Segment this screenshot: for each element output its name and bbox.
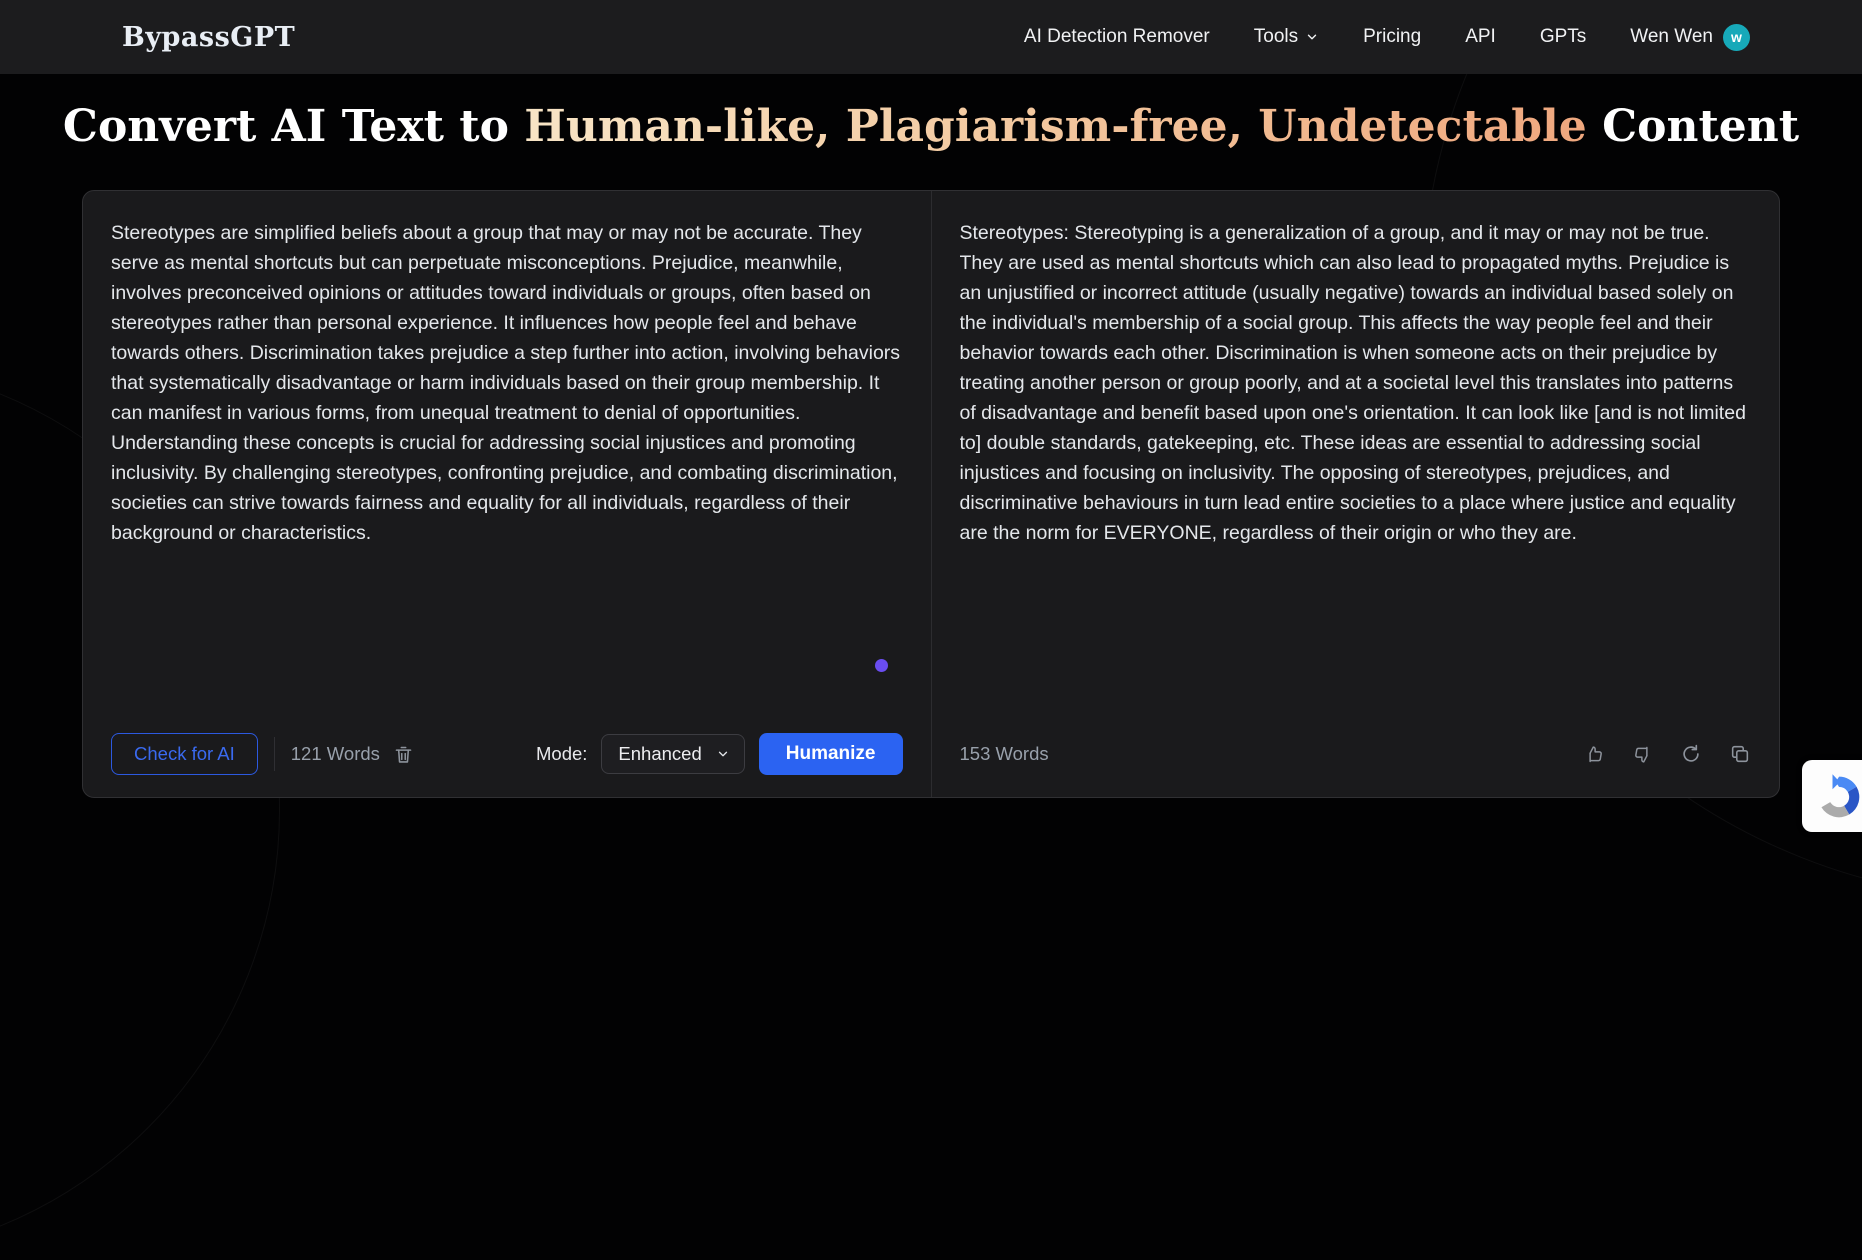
title-suffix: Content <box>1587 101 1799 152</box>
toolbar-divider <box>274 737 275 771</box>
refresh-icon <box>1680 743 1702 765</box>
nav-item-pricing[interactable]: Pricing <box>1363 26 1421 48</box>
output-pane: Stereotypes: Stereotyping is a generaliz… <box>932 191 1780 797</box>
page-title: Convert AI Text to Human-like, Plagiaris… <box>63 101 1799 152</box>
chevron-down-icon <box>1305 30 1319 44</box>
user-account[interactable]: Wen Wen w <box>1630 24 1750 51</box>
output-word-count: 153 Words <box>960 743 1049 765</box>
nav-item-gpts[interactable]: GPTs <box>1540 26 1586 48</box>
cursor-dot <box>875 659 888 672</box>
regenerate-button[interactable] <box>1680 743 1702 765</box>
input-word-count: 121 Words <box>291 743 380 765</box>
recaptcha-badge[interactable] <box>1802 760 1862 832</box>
clear-text-button[interactable] <box>393 744 414 765</box>
hero: Convert AI Text to Human-like, Plagiaris… <box>0 101 1862 152</box>
check-for-ai-button[interactable]: Check for AI <box>111 733 258 775</box>
copy-icon <box>1729 743 1751 765</box>
copy-button[interactable] <box>1729 743 1751 765</box>
brand-logo[interactable]: BypassGPT <box>122 22 295 53</box>
nav-item-api[interactable]: API <box>1465 26 1496 48</box>
trash-icon <box>393 744 414 765</box>
mode-controls: Mode: Enhanced Humanize <box>536 733 903 775</box>
thumbs-up-icon <box>1584 744 1605 765</box>
mode-label: Mode: <box>536 743 587 765</box>
title-highlight: Human-like, Plagiarism-free, Undetectabl… <box>524 101 1587 152</box>
humanizer-workspace: Stereotypes are simplified beliefs about… <box>82 190 1780 798</box>
output-text: Stereotypes: Stereotyping is a generaliz… <box>960 218 1752 721</box>
humanize-button[interactable]: Humanize <box>759 733 903 775</box>
thumbs-up-button[interactable] <box>1584 744 1605 765</box>
mode-selected-value: Enhanced <box>618 743 701 765</box>
nav-item-tools[interactable]: Tools <box>1254 26 1319 48</box>
top-nav: BypassGPT AI Detection Remover Tools Pri… <box>0 0 1862 74</box>
chevron-down-icon <box>716 747 730 761</box>
mode-dropdown[interactable]: Enhanced <box>601 734 744 774</box>
avatar[interactable]: w <box>1723 24 1750 51</box>
recaptcha-icon <box>1813 771 1862 823</box>
input-toolbar: Check for AI 121 Words Mode: Enhanced Hu… <box>111 731 903 777</box>
nav-menu: AI Detection Remover Tools Pricing API G… <box>1024 24 1750 51</box>
user-name: Wen Wen <box>1630 26 1713 48</box>
nav-item-ai-detection-remover[interactable]: AI Detection Remover <box>1024 26 1210 48</box>
output-toolbar: 153 Words <box>960 731 1752 777</box>
thumbs-down-icon <box>1632 744 1653 765</box>
input-pane: Stereotypes are simplified beliefs about… <box>83 191 931 797</box>
output-actions <box>1584 743 1751 765</box>
input-textarea[interactable]: Stereotypes are simplified beliefs about… <box>111 218 903 721</box>
thumbs-down-button[interactable] <box>1632 744 1653 765</box>
title-prefix: Convert AI Text to <box>63 101 524 152</box>
